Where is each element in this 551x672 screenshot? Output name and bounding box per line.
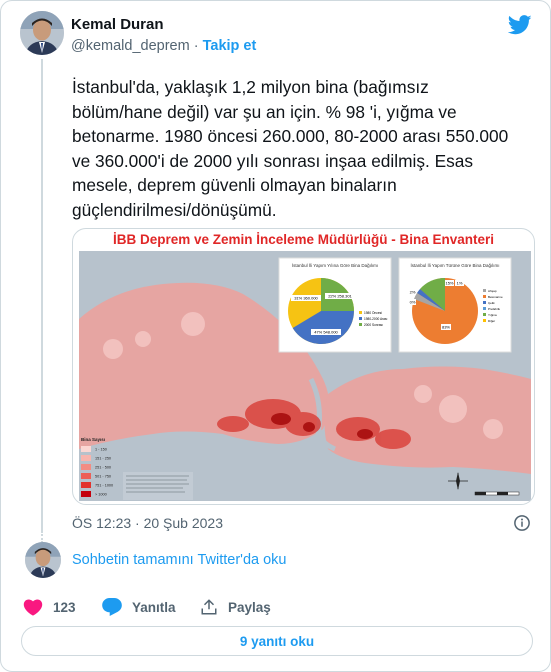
- pie2-legend-4: Prefabrik: [488, 307, 501, 311]
- follow-button[interactable]: Takip et: [203, 38, 257, 54]
- pie1-label-yellow: 31% 360.000: [294, 296, 318, 301]
- pie1-legend-1: 1980 Öncesi: [364, 311, 382, 315]
- pie2-title: İstanbul İli Yapım Türüne Göre Bina Dağı…: [410, 262, 499, 268]
- conversation-avatar[interactable]: [25, 542, 61, 578]
- pie2-label-3: 1%: [457, 281, 463, 286]
- pie-chart-construction-year: İstanbul İli Yapım Yılına Göre Bina Dağı…: [278, 257, 392, 353]
- pie2-label-2: 2%: [410, 290, 416, 295]
- map-legend-5: 751 - 1000: [95, 484, 113, 488]
- pie2-label-0: 0%: [410, 300, 416, 305]
- pie2-legend-5: Yığma: [488, 313, 497, 317]
- share-button[interactable]: Paylaş: [200, 597, 271, 617]
- like-count: 123: [53, 599, 76, 615]
- twitter-bird-icon[interactable]: [508, 15, 532, 35]
- read-conversation-link[interactable]: Sohbetin tamamını Twitter'da oku: [72, 552, 286, 568]
- map-legend-3: 251 - 500: [95, 466, 111, 470]
- map-legend-4: 501 - 750: [95, 475, 111, 479]
- pie1-label-green: 22% 258.301: [328, 294, 352, 299]
- pie2-legend-3: Çelik: [488, 301, 495, 305]
- reply-label: Yanıtla: [132, 599, 176, 615]
- reply-button[interactable]: Yanıtla: [102, 597, 176, 617]
- pie2-legend-2: Betonarme: [488, 295, 503, 299]
- share-icon: [201, 599, 217, 615]
- pie1-label-blue: 47% 548.000: [314, 330, 338, 335]
- author-avatar[interactable]: [20, 11, 64, 55]
- tweet-timestamp[interactable]: ÖS 12:23 · 20 Şub 2023: [72, 515, 223, 531]
- tweet-image[interactable]: İBB Deprem ve Zemin İnceleme Müdürlüğü -…: [72, 228, 535, 505]
- read-replies-button[interactable]: 9 yanıtı oku: [21, 626, 533, 656]
- author-handle[interactable]: @kemald_deprem: [71, 38, 190, 54]
- pie2-label-83: 83%: [442, 325, 450, 330]
- author-handle-row: @kemald_deprem · Takip et: [71, 38, 256, 54]
- pie1-title: İstanbul İli Yapım Yılına Göre Bina Dağı…: [292, 262, 378, 268]
- share-label: Paylaş: [228, 599, 271, 615]
- pie1-legend-2: 1980-2000 Arası: [364, 317, 388, 321]
- map-scale-bar: [474, 491, 520, 496]
- tweet-card: Kemal Duran @kemald_deprem · Takip et İs…: [0, 0, 551, 672]
- reply-bubble-icon: [102, 598, 122, 616]
- handle-separator: ·: [193, 38, 199, 54]
- heart-icon: [23, 599, 43, 616]
- map-legend-title: Bina Sayısı: [81, 437, 105, 442]
- map-legend-1: 1 - 150: [95, 448, 107, 452]
- author-name[interactable]: Kemal Duran: [71, 16, 164, 33]
- pie1-legend-3: 2000 Sonrası: [364, 323, 383, 327]
- pie-chart-construction-type: İstanbul İli Yapım Türüne Göre Bina Dağı…: [398, 257, 512, 353]
- thread-line: [41, 59, 43, 531]
- map-note: [123, 472, 193, 500]
- pie2-legend-1: Ahşap: [488, 289, 497, 293]
- map-legend-6: > 1000: [95, 493, 107, 497]
- like-button[interactable]: 123: [23, 597, 76, 617]
- pie2-label-15: 15%: [445, 281, 453, 286]
- istanbul-map: İstanbul İli Yapım Yılına Göre Bina Dağı…: [79, 251, 531, 501]
- action-bar: 123 Yanıtla Paylaş: [21, 597, 521, 617]
- info-icon[interactable]: [513, 514, 531, 532]
- pie2-legend-6: Diğer: [488, 319, 495, 323]
- map-legend-2: 151 - 250: [95, 457, 111, 461]
- tweet-text: İstanbul'da, yaklaşık 1,2 milyon bina (b…: [72, 77, 514, 220]
